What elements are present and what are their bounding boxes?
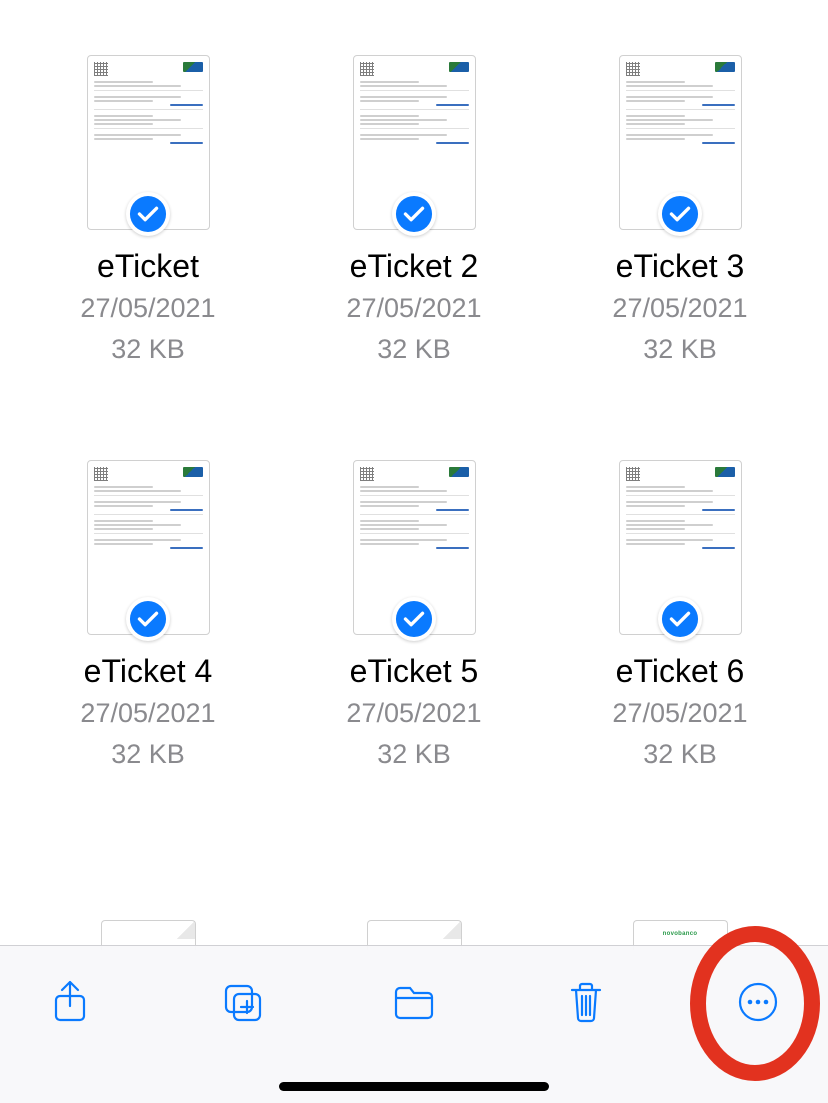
file-grid: eTicket 27/05/2021 32 KB eTicket 2 27/05… xyxy=(0,55,828,770)
file-size-label: 32 KB xyxy=(111,739,185,770)
file-size-label: 32 KB xyxy=(643,739,717,770)
file-tile[interactable]: eTicket 5 27/05/2021 32 KB xyxy=(316,460,512,770)
file-thumbnail[interactable] xyxy=(87,460,210,635)
file-size-label: 32 KB xyxy=(377,739,451,770)
file-date-label: 27/05/2021 xyxy=(346,698,481,729)
file-tile[interactable]: eTicket 6 27/05/2021 32 KB xyxy=(582,460,778,770)
file-size-label: 32 KB xyxy=(111,334,185,365)
selected-check-icon xyxy=(126,192,170,236)
file-tile[interactable]: eTicket 27/05/2021 32 KB xyxy=(50,55,246,365)
file-date-label: 27/05/2021 xyxy=(80,698,215,729)
more-icon xyxy=(734,978,782,1031)
share-icon xyxy=(46,978,94,1031)
file-date-label: 27/05/2021 xyxy=(80,293,215,324)
file-date-label: 27/05/2021 xyxy=(612,293,747,324)
file-date-label: 27/05/2021 xyxy=(346,293,481,324)
duplicate-icon xyxy=(218,978,266,1031)
file-size-label: 32 KB xyxy=(377,334,451,365)
file-name-label: eTicket 2 xyxy=(350,248,479,285)
file-thumbnail[interactable] xyxy=(353,55,476,230)
file-tile[interactable]: eTicket 2 27/05/2021 32 KB xyxy=(316,55,512,365)
file-thumbnail[interactable] xyxy=(353,460,476,635)
selected-check-icon xyxy=(658,192,702,236)
delete-button[interactable] xyxy=(546,974,626,1034)
move-button[interactable] xyxy=(374,974,454,1034)
file-name-label: eTicket 3 xyxy=(616,248,745,285)
file-date-label: 27/05/2021 xyxy=(612,698,747,729)
file-name-label: eTicket 4 xyxy=(84,653,213,690)
selection-toolbar xyxy=(0,945,828,1103)
selected-check-icon xyxy=(392,597,436,641)
duplicate-button[interactable] xyxy=(202,974,282,1034)
file-tile[interactable]: eTicket 3 27/05/2021 32 KB xyxy=(582,55,778,365)
files-selection-view: eTicket 27/05/2021 32 KB eTicket 2 27/05… xyxy=(0,0,828,1103)
more-button[interactable] xyxy=(718,974,798,1034)
selected-check-icon xyxy=(126,597,170,641)
file-name-label: eTicket xyxy=(97,248,199,285)
file-thumbnail[interactable] xyxy=(87,55,210,230)
file-size-label: 32 KB xyxy=(643,334,717,365)
file-thumbnail[interactable] xyxy=(619,55,742,230)
folder-icon xyxy=(390,978,438,1031)
selected-check-icon xyxy=(658,597,702,641)
file-thumbnail[interactable] xyxy=(619,460,742,635)
home-indicator xyxy=(279,1082,549,1091)
file-tile[interactable]: eTicket 4 27/05/2021 32 KB xyxy=(50,460,246,770)
share-button[interactable] xyxy=(30,974,110,1034)
trash-icon xyxy=(562,978,610,1031)
selected-check-icon xyxy=(392,192,436,236)
file-name-label: eTicket 5 xyxy=(350,653,479,690)
file-name-label: eTicket 6 xyxy=(616,653,745,690)
brand-text: novobanco xyxy=(638,931,723,937)
